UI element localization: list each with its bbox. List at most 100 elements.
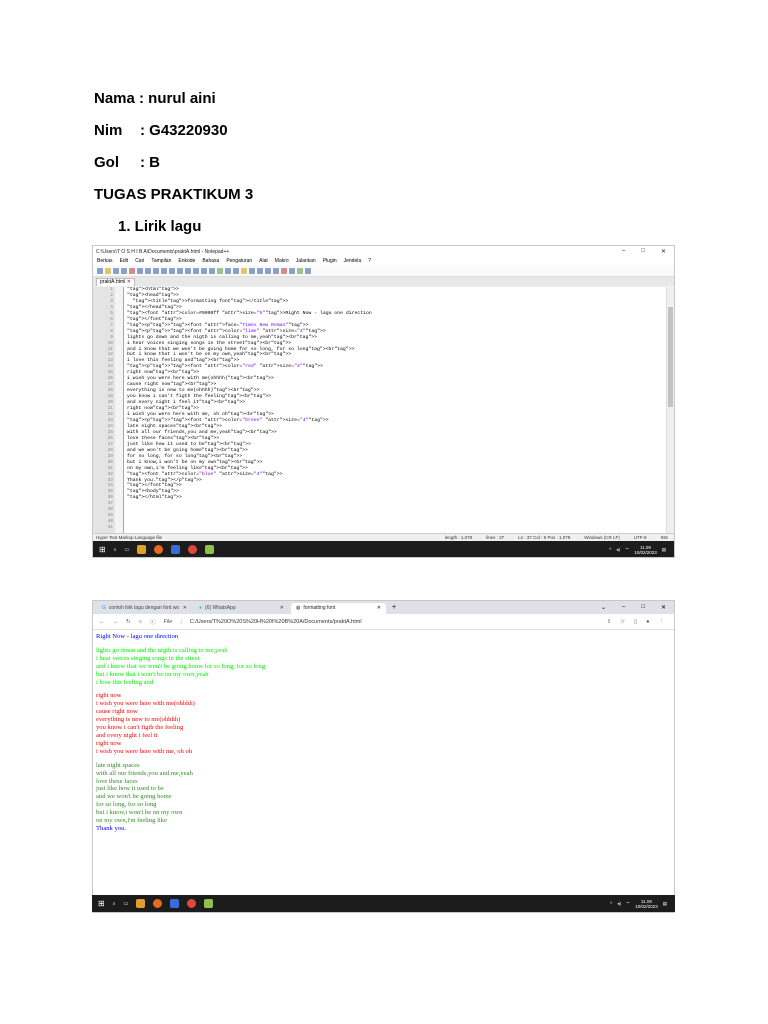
url-field[interactable]: C:/Users/T%20O%20S%20H%20I%20B%20A/Docum… <box>190 619 362 625</box>
menu-item[interactable]: Jalankan <box>296 258 316 264</box>
close-tab-icon[interactable]: ✕ <box>127 279 131 285</box>
menu-item[interactable]: Enkode <box>178 258 195 264</box>
open-folder-icon[interactable] <box>105 267 111 274</box>
close-tab-icon[interactable]: ✕ <box>280 603 284 614</box>
volume-icon[interactable]: ◂) <box>616 547 620 552</box>
find-icon[interactable] <box>185 267 191 274</box>
search-icon[interactable]: ⌕ <box>113 901 116 907</box>
print-icon[interactable] <box>137 267 143 274</box>
menu-item[interactable]: Pengaturan <box>226 258 252 264</box>
info-icon[interactable]: ⓘ <box>150 618 156 626</box>
menu-item[interactable]: Alat <box>259 258 268 264</box>
close-tab-icon[interactable]: ✕ <box>377 603 381 614</box>
windows-start-icon[interactable]: ⊞ <box>98 899 105 908</box>
lyric-line: love these faces <box>96 777 138 785</box>
menu-item[interactable]: Edit <box>120 258 129 264</box>
chevron-up-icon[interactable]: ^ <box>610 901 612 906</box>
notification-icon[interactable]: ▤ <box>663 901 667 906</box>
redo-icon[interactable] <box>177 267 183 274</box>
home-icon[interactable]: ⌂ <box>139 619 142 625</box>
network-icon[interactable]: ⌔ <box>626 901 630 906</box>
clock[interactable]: 11.09 10/02/2023 <box>634 545 657 555</box>
close-tab-icon[interactable]: ✕ <box>183 603 187 614</box>
copy-icon[interactable] <box>153 267 159 274</box>
menu-icon[interactable]: ⋮ <box>659 619 665 625</box>
task-view-icon[interactable]: ▭ <box>125 547 130 553</box>
undo-icon[interactable] <box>169 267 175 274</box>
notification-icon[interactable]: ▤ <box>662 547 666 552</box>
chevron-down-icon[interactable]: ⌄ <box>601 604 606 611</box>
notepad-plus-plus-icon[interactable] <box>204 899 214 908</box>
app-icon[interactable] <box>170 899 180 908</box>
maximize-icon[interactable]: □ <box>641 248 645 255</box>
doc-map-icon[interactable] <box>265 267 271 274</box>
menu-item[interactable]: Makro <box>275 258 289 264</box>
browser-tab-google[interactable]: Gcontoh lirik lagu dengan font wo ✕ <box>97 603 192 614</box>
file-explorer-icon[interactable] <box>137 545 147 554</box>
menu-item[interactable]: Jendela <box>344 258 362 264</box>
menu-item[interactable]: Tampilan <box>151 258 171 264</box>
code-text[interactable]: "tag"><html"tag">> "tag"><head"tag">> "t… <box>124 287 666 533</box>
forward-icon[interactable]: → <box>113 619 119 625</box>
chrome-icon[interactable] <box>187 899 197 908</box>
menu-item[interactable]: Bahasa <box>202 258 219 264</box>
unfold-icon[interactable] <box>257 267 263 274</box>
status-insert-mode: INS <box>660 535 668 540</box>
chevron-up-icon[interactable]: ^ <box>609 547 611 552</box>
save-icon[interactable] <box>113 267 119 274</box>
tab-praktA[interactable]: praktA.html ✕ <box>96 278 135 286</box>
star-icon[interactable]: ☆ <box>620 619 625 625</box>
menu-item[interactable]: Berkas <box>97 258 113 264</box>
profile-icon[interactable]: ● <box>646 619 649 625</box>
zoom-in-icon[interactable] <box>201 267 207 274</box>
sidebar-icon[interactable]: ▯ <box>634 619 637 625</box>
sync-icon[interactable] <box>217 267 223 274</box>
fold-icon[interactable] <box>249 267 255 274</box>
browser-tab-whatsapp[interactable]: ● (6) WhatsApp ✕ <box>194 603 289 614</box>
browser-tab-formatting-font[interactable]: ◍ formatting font ✕ <box>291 603 386 614</box>
stop-macro-icon[interactable] <box>289 267 295 274</box>
indent-icon[interactable] <box>233 267 239 274</box>
firefox-icon[interactable] <box>153 899 163 908</box>
volume-icon[interactable]: ◂) <box>617 901 621 906</box>
vertical-scrollbar[interactable] <box>666 287 674 533</box>
menu-item[interactable]: ? <box>368 258 371 264</box>
zoom-out-icon[interactable] <box>209 267 215 274</box>
fold-margin[interactable] <box>115 287 124 533</box>
file-explorer-icon[interactable] <box>136 899 146 908</box>
chrome-icon[interactable] <box>188 545 198 554</box>
windows-start-icon[interactable]: ⊞ <box>99 545 106 554</box>
menu-item[interactable]: Cari <box>135 258 144 264</box>
cut-icon[interactable] <box>145 267 151 274</box>
back-icon[interactable]: ← <box>99 619 105 625</box>
scroll-thumb[interactable] <box>668 307 673 407</box>
close-icon[interactable]: ✕ <box>661 604 666 611</box>
wrap-icon[interactable] <box>225 267 231 274</box>
notepad-plus-plus-icon[interactable] <box>205 545 215 554</box>
bookmark-icon[interactable] <box>241 267 247 274</box>
play-macro-icon[interactable] <box>297 267 303 274</box>
firefox-icon[interactable] <box>154 545 164 554</box>
record-macro-icon[interactable] <box>281 267 287 274</box>
maximize-icon[interactable]: □ <box>641 604 645 611</box>
replace-icon[interactable] <box>193 267 199 274</box>
save-all-icon[interactable] <box>121 267 127 274</box>
close-icon[interactable]: ✕ <box>661 248 666 255</box>
new-file-icon[interactable] <box>97 267 103 274</box>
task-view-icon[interactable]: ▭ <box>124 901 129 907</box>
close-file-icon[interactable] <box>129 267 135 274</box>
minimize-icon[interactable]: – <box>622 248 625 255</box>
menu-item[interactable]: Plugin <box>323 258 337 264</box>
network-icon[interactable]: ⌔ <box>625 547 629 552</box>
function-list-icon[interactable] <box>273 267 279 274</box>
lyric-line: i wish you were here with me(ohhhh) <box>96 700 195 708</box>
clock[interactable]: 11.09 10/02/2023 <box>635 899 658 909</box>
minimize-icon[interactable]: – <box>622 604 625 611</box>
app-icon[interactable] <box>171 545 181 554</box>
new-tab-icon[interactable]: + <box>388 604 396 611</box>
reload-icon[interactable]: ↻ <box>126 619 131 625</box>
save-macro-icon[interactable] <box>305 267 311 274</box>
paste-icon[interactable] <box>161 267 167 274</box>
search-icon[interactable]: ⌕ <box>114 547 117 553</box>
share-icon[interactable]: ⇪ <box>607 619 612 625</box>
